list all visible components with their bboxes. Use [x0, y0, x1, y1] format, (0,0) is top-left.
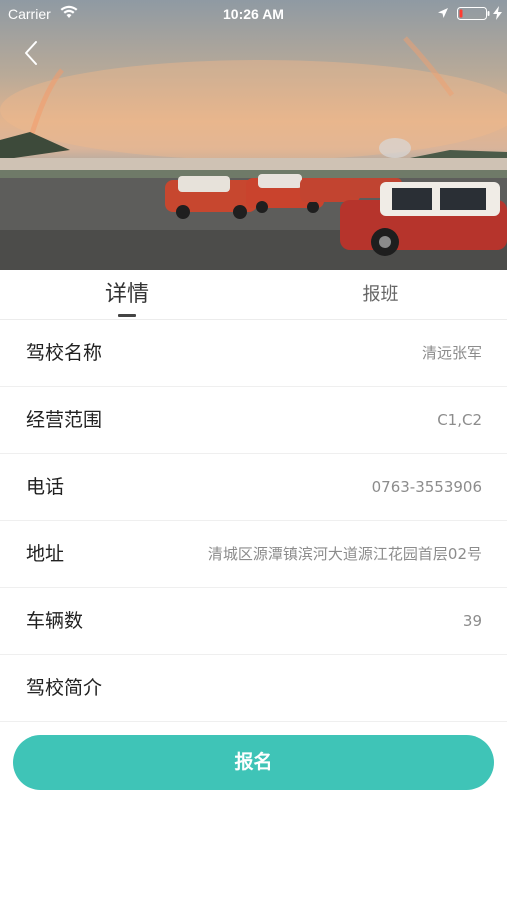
- driving-school-photo: [0, 36, 507, 270]
- hero-photo: [0, 0, 507, 270]
- back-button[interactable]: [18, 38, 46, 68]
- info-row-school-name: 驾校名称 清远张军: [0, 320, 507, 387]
- phone-value: 0763-3553906: [371, 478, 482, 496]
- tab-class-signup-label: 报班: [362, 284, 399, 305]
- info-row-school-intro[interactable]: 驾校简介: [0, 655, 507, 722]
- business-scope-value: C1,C2: [437, 411, 482, 429]
- vehicle-count-value: 39: [462, 612, 482, 630]
- info-row-address: 地址 清城区源潭镇滨河大道源江花园首层02号: [0, 521, 507, 588]
- school-name-label: 驾校名称: [26, 342, 103, 364]
- enroll-button[interactable]: 报名: [13, 735, 494, 790]
- tab-class-signup[interactable]: 报班: [254, 270, 507, 320]
- battery-icon: [457, 7, 490, 20]
- location-icon: [438, 8, 448, 18]
- address-value: 清城区源潭镇滨河大道源江花园首层02号: [207, 545, 482, 563]
- info-row-business-scope: 经营范围 C1,C2: [0, 387, 507, 454]
- school-name-value: 清远张军: [421, 344, 482, 362]
- tab-bar: 详情 报班: [0, 270, 507, 320]
- status-time: 10:26 AM: [223, 6, 284, 22]
- address-label: 地址: [26, 543, 65, 565]
- status-bar: Carrier 10:26 AM: [0, 0, 507, 28]
- active-tab-indicator: [118, 314, 136, 317]
- school-info-list: 驾校名称 清远张军 经营范围 C1,C2 电话 0763-3553906 地址 …: [0, 320, 507, 722]
- business-scope-label: 经营范围: [26, 409, 103, 431]
- info-row-phone[interactable]: 电话 0763-3553906: [0, 454, 507, 521]
- back-arrow-icon: [25, 41, 37, 65]
- tab-detail[interactable]: 详情: [0, 270, 254, 320]
- phone-label: 电话: [26, 476, 65, 498]
- charge-icon: [493, 6, 502, 20]
- vehicle-count-label: 车辆数: [26, 610, 84, 632]
- tab-detail-label: 详情: [104, 282, 149, 307]
- school-intro-label: 驾校简介: [26, 677, 103, 699]
- info-row-vehicle-count: 车辆数 39: [0, 588, 507, 655]
